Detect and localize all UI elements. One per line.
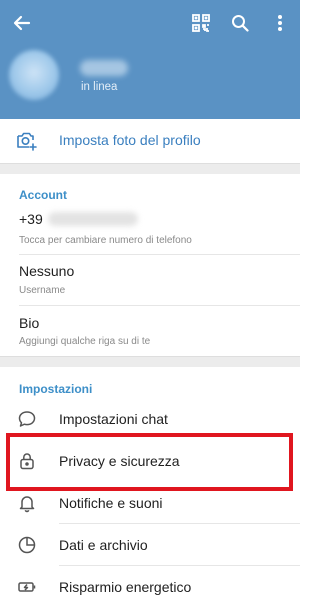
camera-add-icon xyxy=(16,130,38,157)
set-profile-photo-button[interactable]: Imposta foto del profilo xyxy=(0,119,300,163)
settings-item-label: Impostazioni chat xyxy=(59,411,168,427)
settings-item-label: Notifiche e suoni xyxy=(59,495,163,511)
chat-bubble-icon xyxy=(17,409,37,434)
highlight-box xyxy=(6,433,293,491)
bell-icon xyxy=(17,493,37,518)
profile-name-redacted xyxy=(80,60,128,76)
settings-item-data[interactable]: Dati e archivio xyxy=(0,526,300,566)
bio-value: Bio xyxy=(19,315,40,331)
online-status: in linea xyxy=(81,81,118,93)
set-profile-photo-label: Imposta foto del profilo xyxy=(59,132,201,148)
account-section-title: Account xyxy=(19,188,67,202)
search-icon[interactable] xyxy=(228,11,252,35)
settings-item-label: Dati e archivio xyxy=(59,537,148,553)
username-value: Nessuno xyxy=(19,263,75,279)
avatar[interactable] xyxy=(9,50,59,100)
settings-section-title: Impostazioni xyxy=(19,382,93,396)
bio-hint: Aggiungi qualche riga su di te xyxy=(19,336,151,347)
phone-number-redacted xyxy=(48,212,138,226)
settings-item-power-saving[interactable]: Risparmio energetico xyxy=(0,568,300,608)
phone-number-hint: Tocca per cambiare numero di telefono xyxy=(19,235,192,246)
settings-item-label: Risparmio energetico xyxy=(59,579,192,595)
section-divider xyxy=(0,163,300,174)
section-divider xyxy=(0,356,300,367)
username-hint: Username xyxy=(19,285,66,296)
divider xyxy=(59,565,300,566)
more-vertical-icon[interactable] xyxy=(268,11,292,35)
pie-chart-icon xyxy=(17,535,37,560)
battery-icon xyxy=(17,577,37,602)
divider xyxy=(19,305,300,306)
phone-number-value: +39 xyxy=(19,211,43,227)
divider xyxy=(19,254,300,255)
profile-header: in linea xyxy=(0,0,300,119)
qr-code-icon[interactable] xyxy=(189,11,213,35)
back-arrow-icon[interactable] xyxy=(10,11,34,35)
divider xyxy=(59,523,300,524)
